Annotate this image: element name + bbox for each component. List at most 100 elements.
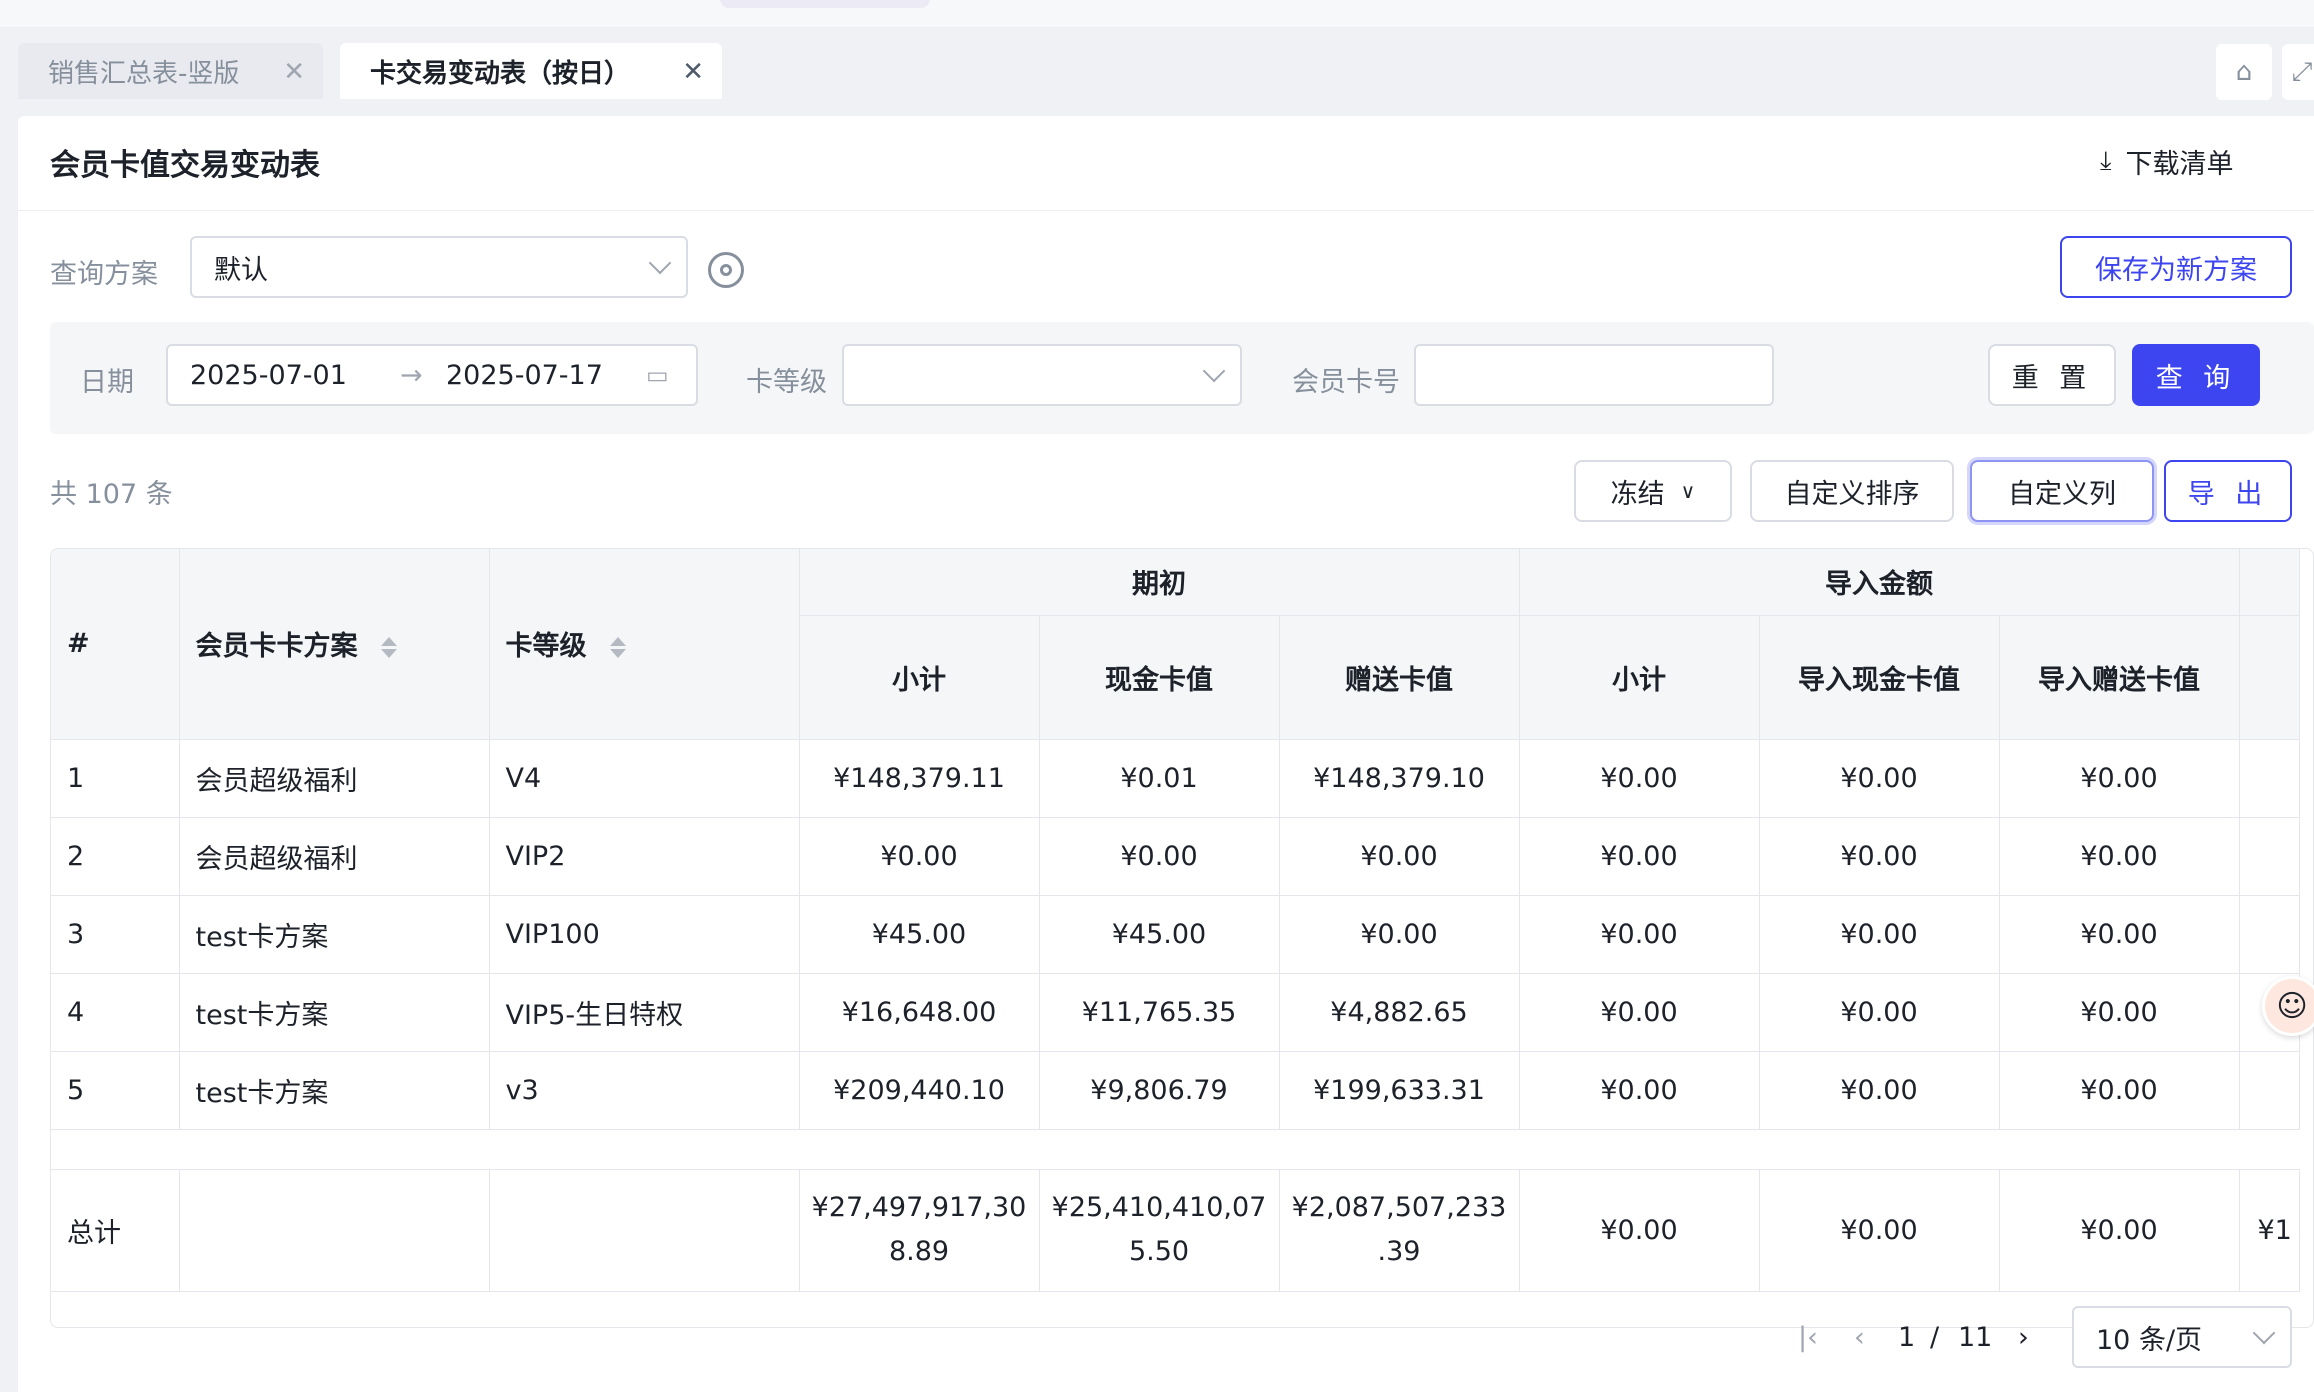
scheme-label: 查询方案: [50, 259, 158, 290]
settings-icon[interactable]: [708, 252, 744, 288]
table-cell: ¥9,806.79: [1039, 1051, 1280, 1130]
first-page-icon[interactable]: |‹: [1798, 1322, 1818, 1353]
report-card: 会员卡值交易变动表 ⤓ 下载清单 查询方案 默认 保存为新方案 日期 2025-…: [18, 116, 2314, 1392]
table-cell: ¥0.00: [1519, 739, 1760, 818]
freeze-dropdown[interactable]: 冻结 ∨: [1574, 460, 1732, 522]
custom-columns-button[interactable]: 自定义列: [1970, 460, 2154, 522]
save-scheme-button[interactable]: 保存为新方案: [2060, 236, 2292, 298]
table-cell: v3: [489, 1051, 800, 1130]
col-index: #: [51, 549, 180, 740]
close-icon[interactable]: ✕: [283, 57, 305, 87]
total-import-gift: ¥0.00: [1999, 1169, 2240, 1292]
col-level[interactable]: 卡等级: [489, 549, 800, 740]
table-cell: 会员超级福利: [179, 739, 490, 818]
table-cell: [179, 1169, 490, 1292]
chevron-down-icon: [2252, 1321, 2276, 1345]
export-button[interactable]: 导 出: [2164, 460, 2292, 522]
table-cell: ¥4,882.65: [1279, 973, 1520, 1052]
total-label: 总计: [51, 1169, 180, 1292]
prev-page-icon[interactable]: ‹: [1854, 1322, 1865, 1353]
table-cell: ¥0.00: [1759, 817, 2000, 896]
page-separator: /: [1930, 1322, 1940, 1353]
scheme-select[interactable]: 默认: [190, 236, 688, 298]
divider: [18, 210, 2314, 211]
col-import-gift: 导入赠送卡值: [1999, 615, 2240, 740]
table-cell: VIP2: [489, 817, 800, 896]
record-count: 共 107 条: [50, 479, 173, 510]
close-icon[interactable]: ✕: [682, 57, 704, 87]
table-cell: ¥0.00: [1759, 1051, 2000, 1130]
top-handle: [720, 0, 930, 8]
col-overflow: [2239, 615, 2300, 740]
table-cell: ¥0.00: [1999, 895, 2240, 974]
table-cell: ¥0.00: [1759, 895, 2000, 974]
assistant-avatar[interactable]: ☺: [2262, 976, 2314, 1036]
spacer-row: [51, 1129, 2299, 1170]
tab-label: 销售汇总表-竖版: [48, 58, 240, 89]
total-opening-sub: ¥27,497,917,30 8.89: [799, 1169, 1040, 1292]
table-row: 5 test卡方案 v3 ¥209,440.10 ¥9,806.79 ¥199,633.3…: [51, 1051, 2300, 1130]
chevron-down-icon: [1202, 359, 1226, 383]
table-cell: V4: [489, 739, 800, 818]
total-opening-gift: ¥2,087,507,233 .39: [1279, 1169, 1520, 1292]
tab-card-transaction[interactable]: 卡交易变动表（按日） ✕: [340, 43, 722, 99]
table-cell: ¥11,765.35: [1039, 973, 1280, 1052]
date-start: 2025-07-01: [190, 359, 347, 391]
download-label: 下载清单: [2125, 149, 2234, 180]
table-cell: ¥0.00: [1279, 895, 1520, 974]
reset-button[interactable]: 重 置: [1988, 344, 2116, 406]
table-cell: ¥0.00: [1039, 817, 1280, 896]
level-select[interactable]: [842, 344, 1242, 406]
col-scheme[interactable]: 会员卡卡方案: [179, 549, 490, 740]
table-cell: 5: [51, 1051, 180, 1130]
total-overflow: ¥1: [2239, 1169, 2300, 1292]
tab-sales-summary[interactable]: 销售汇总表-竖版 ✕: [18, 43, 323, 99]
date-label: 日期: [80, 367, 134, 398]
query-button[interactable]: 查 询: [2132, 344, 2260, 406]
sort-icon[interactable]: [380, 637, 397, 659]
table-cell: ¥0.00: [1519, 895, 1760, 974]
table-row: 2 会员超级福利 VIP2 ¥0.00 ¥0.00 ¥0.00 ¥0.00 ¥0.00 ¥0.0…: [51, 817, 2300, 896]
table-cell: VIP100: [489, 895, 800, 974]
table-cell: ¥0.00: [1519, 1051, 1760, 1130]
table-cell: 4: [51, 973, 180, 1052]
home-icon[interactable]: ⌂: [2216, 44, 2272, 100]
value-line: 5.50: [1128, 1236, 1190, 1267]
sort-icon[interactable]: [609, 637, 626, 659]
total-opening-cash: ¥25,410,410,07 5.50: [1039, 1169, 1280, 1292]
date-end: 2025-07-17: [446, 359, 603, 391]
table-row: 3 test卡方案 VIP100 ¥45.00 ¥45.00 ¥0.00 ¥0.00 ¥0.0…: [51, 895, 2300, 974]
custom-sort-button[interactable]: 自定义排序: [1750, 460, 1954, 522]
col-overflow: [2239, 549, 2300, 616]
date-range-picker[interactable]: 2025-07-01 → 2025-07-17 ▭: [166, 344, 698, 406]
table-cell: ¥0.00: [1759, 739, 2000, 818]
total-row: 总计 ¥27,497,917,30 8.89 ¥25,410,410,07 5.50…: [51, 1169, 2300, 1292]
top-strip: [0, 0, 2314, 28]
table-cell: 会员超级福利: [179, 817, 490, 896]
total-pages: 11: [1958, 1322, 1993, 1353]
tab-label: 卡交易变动表（按日）: [370, 58, 631, 89]
table-cell: ¥0.00: [1519, 817, 1760, 896]
table-cell: 1: [51, 739, 180, 818]
level-label: 卡等级: [746, 367, 827, 398]
chevron-down-icon: [648, 251, 672, 275]
next-page-icon[interactable]: ›: [2018, 1322, 2029, 1353]
table-cell: ¥0.00: [799, 817, 1040, 896]
chevron-down-icon: ∨: [1680, 479, 1696, 503]
table-cell: test卡方案: [179, 1051, 490, 1130]
page-size-value: 10 条/页: [2096, 1324, 2203, 1356]
value-line: ¥2,087,507,233: [1291, 1192, 1507, 1223]
table-cell: ¥209,440.10: [799, 1051, 1040, 1130]
page-size-select[interactable]: 10 条/页: [2072, 1306, 2292, 1368]
table-cell: ¥0.00: [1999, 1051, 2240, 1130]
fullscreen-icon[interactable]: ⤢: [2282, 44, 2314, 100]
value-line: .39: [1377, 1236, 1421, 1267]
download-button[interactable]: ⤓ 下载清单: [2100, 142, 2234, 181]
value-line: ¥27,497,917,30: [811, 1192, 1027, 1223]
col-opening-gift: 赠送卡值: [1279, 615, 1520, 740]
table-row: 4 test卡方案 VIP5-生日特权 ¥16,648.00 ¥11,765.35 ¥4,…: [51, 973, 2300, 1052]
cardno-input[interactable]: [1414, 344, 1774, 406]
table-cell: 2: [51, 817, 180, 896]
current-page[interactable]: 1: [1898, 1322, 1915, 1353]
table-cell: ¥148,379.11: [799, 739, 1040, 818]
